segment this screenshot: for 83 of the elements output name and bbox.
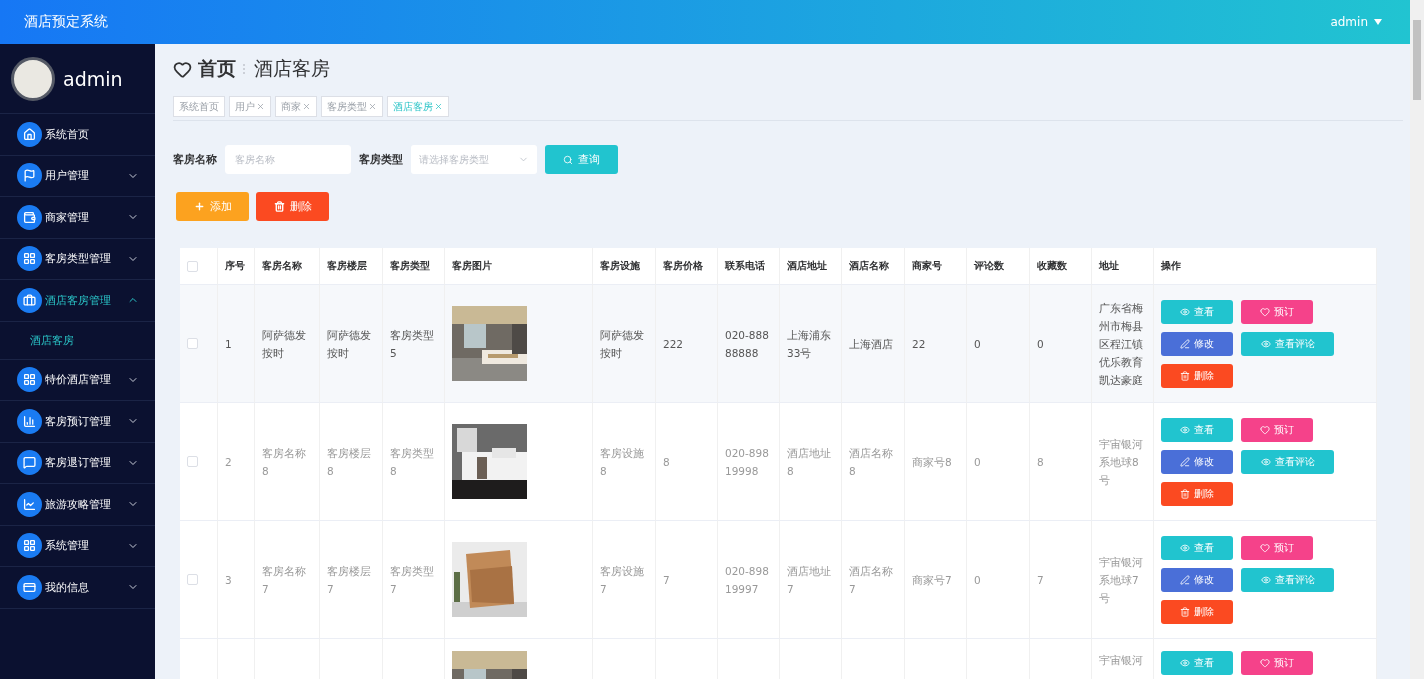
table-cell: 商家号7 — [905, 521, 967, 639]
table-cell: 酒店地址8 — [780, 403, 842, 521]
table-cell: 7 — [1030, 521, 1092, 639]
sidebar-item[interactable]: 系统首页 — [0, 114, 155, 156]
app-title: 酒店预定系统 — [24, 13, 108, 31]
comments-button[interactable]: 查看评论 — [1241, 449, 1334, 474]
view-button[interactable]: 查看 — [1161, 299, 1233, 324]
table-cell: 0 — [1030, 285, 1092, 403]
table-cell: 客房名称8 — [255, 403, 320, 521]
table-cell: 客房设施8 — [593, 403, 656, 521]
table-cell: 7 — [656, 521, 718, 639]
edit-button[interactable]: 修改 — [1161, 331, 1233, 356]
table-cell: 上海浦东33号 — [780, 285, 842, 403]
view-button[interactable]: 查看 — [1161, 417, 1233, 442]
delete-button[interactable]: 删除 — [256, 192, 329, 221]
table-cell: 酒店地址7 — [780, 521, 842, 639]
table-cell: 2 — [218, 403, 255, 521]
tab[interactable]: 客房类型 — [321, 96, 383, 117]
table-cell: 020-89819997 — [718, 521, 780, 639]
table-cell: 客房类型8 — [383, 403, 445, 521]
user-name: admin — [63, 67, 123, 90]
table-cell: 宇宙银河系地球8号 — [1092, 403, 1154, 521]
table-cell: 客房类型5 — [383, 285, 445, 403]
delete-button[interactable]: 删除 — [1161, 481, 1233, 506]
table-cell: 客房设施7 — [593, 521, 656, 639]
table-cell: 1 — [218, 285, 255, 403]
view-button[interactable]: 查看 — [1161, 651, 1233, 675]
breadcrumb-home[interactable]: 首页 — [198, 56, 236, 82]
sidebar-item[interactable]: 商家管理 — [0, 197, 155, 239]
table-cell: 222 — [656, 285, 718, 403]
user-menu[interactable]: admin — [1330, 15, 1382, 29]
add-button[interactable]: 添加 — [176, 192, 249, 221]
table-cell: 客房楼层7 — [320, 521, 383, 639]
table-cell: 020-89819998 — [718, 403, 780, 521]
search-button[interactable]: 查询 — [545, 145, 618, 174]
table-cell: 8 — [1030, 403, 1092, 521]
field-label: 客房类型 — [359, 152, 403, 167]
table-cell: 0 — [967, 521, 1030, 639]
table-cell: 0 — [967, 403, 1030, 521]
field-label: 客房名称 — [173, 152, 217, 167]
comments-button[interactable]: 查看评论 — [1241, 567, 1334, 592]
table-cell: 客房楼层8 — [320, 403, 383, 521]
sidebar-item[interactable]: 酒店客房管理 — [0, 280, 155, 322]
table-cell: 8 — [656, 403, 718, 521]
table-cell: 3 — [218, 521, 255, 639]
table-cell: 阿萨德发按时 — [320, 285, 383, 403]
table-cell: 上海酒店 — [842, 285, 905, 403]
sidebar-item[interactable]: 客房预订管理 — [0, 401, 155, 443]
table-cell: 酒店名称7 — [842, 521, 905, 639]
tab[interactable]: 商家 — [275, 96, 317, 117]
book-button[interactable]: 预订 — [1241, 535, 1313, 560]
tab[interactable]: 系统首页 — [173, 96, 225, 117]
name-field[interactable]: 客房名称 — [225, 145, 351, 174]
view-button[interactable]: 查看 — [1161, 535, 1233, 560]
sidebar-item[interactable]: 系统管理 — [0, 525, 155, 567]
book-button[interactable]: 预订 — [1241, 651, 1313, 675]
tab[interactable]: 酒店客房 — [387, 96, 449, 117]
table-cell: 商家号8 — [905, 403, 967, 521]
table-cell: 广东省梅州市梅县区程江镇优乐教育凯达豪庭 — [1092, 285, 1154, 403]
delete-button[interactable]: 删除 — [1161, 599, 1233, 624]
table-cell: 客房类型7 — [383, 521, 445, 639]
comments-button[interactable]: 查看评论 — [1241, 331, 1334, 356]
edit-button[interactable]: 修改 — [1161, 567, 1233, 592]
book-button[interactable]: 预订 — [1241, 417, 1313, 442]
sidebar-item[interactable]: 旅游攻略管理 — [0, 484, 155, 526]
sidebar-item[interactable]: 特价酒店管理 — [0, 359, 155, 401]
sidebar-item[interactable]: 客房类型管理 — [0, 238, 155, 280]
table-cell: 客房名称7 — [255, 521, 320, 639]
sidebar-item[interactable]: 客房退订管理 — [0, 442, 155, 484]
delete-button[interactable]: 删除 — [1161, 363, 1233, 388]
table-cell: 020-88888888 — [718, 285, 780, 403]
breadcrumb-current: 酒店客房 — [254, 56, 330, 81]
tab[interactable]: 用户 — [229, 96, 271, 117]
table-cell: 阿萨德发按时 — [593, 285, 656, 403]
sidebar-item[interactable]: 我的信息 — [0, 567, 155, 609]
table-cell: 0 — [967, 285, 1030, 403]
table-cell: 宇宙银河系地球7号 — [1092, 521, 1154, 639]
table-cell: 22 — [905, 285, 967, 403]
edit-button[interactable]: 修改 — [1161, 449, 1233, 474]
book-button[interactable]: 预订 — [1241, 299, 1313, 324]
table-cell: 阿萨德发按时 — [255, 285, 320, 403]
sidebar-item[interactable]: 用户管理 — [0, 155, 155, 197]
table-cell: 酒店名称8 — [842, 403, 905, 521]
